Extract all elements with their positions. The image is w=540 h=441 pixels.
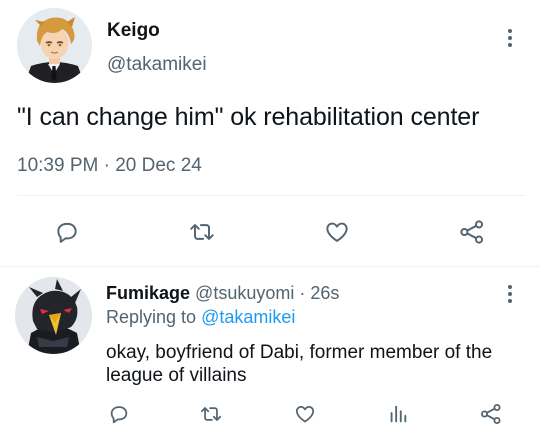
reply-icon	[57, 222, 77, 243]
like-icon	[326, 222, 348, 242]
retweet-button[interactable]	[196, 399, 226, 429]
tweet-text: "I can change him" ok rehabilitation cen…	[17, 103, 480, 131]
tweet-timestamp[interactable]: 10:39 PM · 20 Dec 24	[17, 155, 202, 177]
user-handle[interactable]: @tsukuyomi	[195, 283, 294, 303]
retweet-icon	[190, 224, 214, 240]
analytics-icon	[390, 405, 407, 423]
share-button[interactable]	[476, 399, 506, 429]
more-options-icon[interactable]	[498, 24, 522, 52]
more-options-icon[interactable]	[498, 280, 522, 308]
share-button[interactable]	[455, 215, 489, 249]
reply-header: Fumikage @tsukuyomi · 26s	[106, 283, 339, 304]
reply-icon	[110, 406, 128, 424]
avatar[interactable]	[15, 277, 92, 354]
share-icon	[481, 404, 501, 424]
reply-time[interactable]: 26s	[310, 283, 339, 303]
reply-button[interactable]	[104, 399, 134, 429]
display-name[interactable]: Fumikage	[106, 283, 190, 303]
like-icon	[295, 405, 315, 423]
retweet-button[interactable]	[185, 215, 219, 249]
avatar[interactable]	[17, 8, 92, 83]
divider	[0, 266, 540, 267]
replying-to-link[interactable]: @takamikei	[201, 307, 295, 327]
separator-dot: ·	[299, 283, 306, 303]
replying-to-label: Replying to	[106, 307, 197, 327]
replying-to: Replying to @takamikei	[106, 307, 295, 328]
analytics-button[interactable]	[383, 399, 413, 429]
share-icon	[460, 220, 484, 244]
reply-button[interactable]	[50, 215, 84, 249]
display-name[interactable]: Keigo	[107, 20, 160, 42]
like-button[interactable]	[320, 215, 354, 249]
user-handle[interactable]: @takamikei	[107, 54, 207, 76]
divider	[17, 195, 525, 196]
reply-text: okay, boyfriend of Dabi, former member o…	[106, 342, 493, 386]
retweet-icon	[200, 407, 222, 421]
like-button[interactable]	[290, 399, 320, 429]
